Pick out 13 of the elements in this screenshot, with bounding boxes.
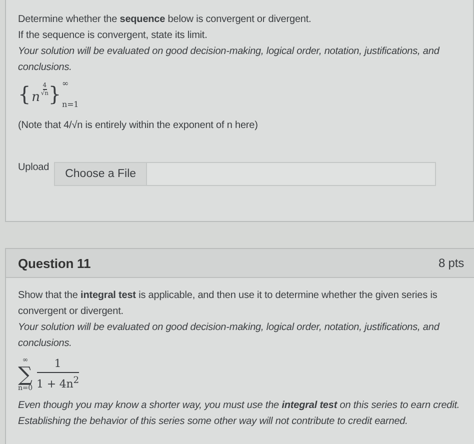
- question-text: Your solution will be evaluated on good decision-making, logical order, notation, justifications, and conclusions.: [18, 45, 441, 75]
- question-text: If the sequence is convergent, state its limit.: [18, 29, 208, 43]
- question-title: Question 11: [18, 256, 91, 270]
- points-label: 8 pts: [438, 256, 464, 270]
- question-text: Determine whether the sequence below is convergent or divergent.: [18, 13, 312, 27]
- file-input-field[interactable]: Choose a File: [54, 162, 436, 186]
- upload-label: Upload: [18, 162, 50, 173]
- question-text: Your solution will be evaluated on good decision-making, logical order, notation, justifications, and conclusions.: [18, 321, 441, 351]
- instruction-text: Establishing the behavior of this series some other way will not contribute to credit earned.: [18, 415, 409, 429]
- choose-file-button[interactable]: Choose a File: [55, 163, 148, 185]
- instruction-text: Even though you may know a shorter way, you must use the integral test on this series to earn credit.: [18, 399, 460, 413]
- note-text: (Note that 4/√n is entirely within the exponent of n here): [18, 119, 259, 133]
- question-text: Show that the integral test is applicable, and then use it to determine whether the given series is convergent or divergent.: [18, 289, 438, 319]
